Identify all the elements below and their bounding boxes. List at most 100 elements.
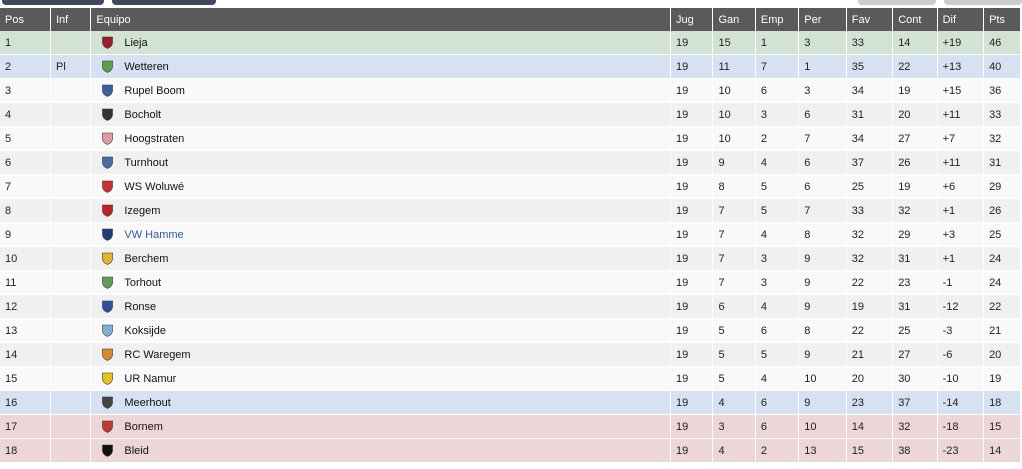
col-header-pos[interactable]: Pos [0, 8, 51, 31]
won-cell: 7 [712, 246, 756, 271]
col-header-drawn[interactable]: Emp [755, 8, 800, 31]
top-tab-2[interactable] [112, 0, 216, 5]
won-cell: 5 [712, 366, 756, 391]
crest-figure-blue-icon[interactable] [101, 156, 114, 169]
points-cell: 46 [983, 31, 1020, 55]
crest-k-black-icon[interactable] [101, 108, 114, 121]
goal-diff-cell: -6 [937, 342, 985, 367]
goals-for-cell: 34 [846, 78, 894, 103]
col-header-played[interactable]: Jug [670, 8, 714, 31]
col-header-goals-against[interactable]: Cont [892, 8, 938, 31]
points-cell: 31 [983, 150, 1020, 175]
team-name-link[interactable]: Meerhout [124, 397, 170, 409]
table-row: 5 Hoogstraten 19 10 2 7 34 27 +7 32 [0, 126, 1020, 151]
goals-for-cell: 33 [846, 31, 894, 55]
col-header-goal-diff[interactable]: Dif [937, 8, 985, 31]
table-row: 12 Ronse 19 6 4 9 19 31 -12 22 [0, 294, 1020, 319]
played-cell: 19 [670, 390, 714, 415]
crest-slash-red-icon[interactable] [101, 204, 114, 217]
team-cell-content: Bocholt [96, 103, 670, 126]
col-header-won[interactable]: Gan [712, 8, 756, 31]
crest-shield-red-icon[interactable] [101, 36, 114, 49]
crest-ball-dark-icon[interactable] [101, 396, 114, 409]
info-cell [50, 222, 92, 247]
points-cell: 32 [983, 126, 1020, 151]
team-name-link[interactable]: Bocholt [124, 109, 161, 121]
col-header-points[interactable]: Pts [983, 8, 1020, 31]
goal-diff-cell: -12 [937, 294, 985, 319]
goals-against-cell: 20 [892, 102, 938, 127]
lost-cell: 8 [798, 222, 847, 247]
team-name-link[interactable]: UR Namur [124, 373, 176, 385]
team-name-link[interactable]: Izegem [124, 205, 160, 217]
played-cell: 19 [670, 414, 714, 439]
col-header-team[interactable]: Equipo [90, 8, 672, 31]
lost-cell: 3 [798, 31, 847, 55]
position-cell: 3 [0, 78, 51, 103]
crest-shield-black-icon[interactable] [101, 444, 114, 457]
crest-sk-blue-icon[interactable] [101, 300, 114, 313]
played-cell: 19 [670, 438, 714, 463]
top-tab-1[interactable] [2, 0, 104, 5]
won-cell: 8 [712, 174, 756, 199]
top-tab-3[interactable] [858, 0, 936, 5]
table-row: 11 Torhout 19 7 3 9 22 23 -1 24 [0, 270, 1020, 295]
info-cell [50, 294, 92, 319]
won-cell: 10 [712, 102, 756, 127]
played-cell: 19 [670, 78, 714, 103]
crest-pink-icon[interactable] [101, 132, 114, 145]
goals-for-cell: 19 [846, 294, 894, 319]
crest-ball-green-icon[interactable] [101, 60, 114, 73]
top-tab-4[interactable] [944, 0, 1022, 5]
team-name-link[interactable]: Hoogstraten [124, 133, 184, 145]
team-name-link[interactable]: Torhout [124, 277, 161, 289]
lost-cell: 7 [798, 198, 847, 223]
info-cell [50, 414, 92, 439]
team-name-link[interactable]: WS Woluwé [124, 181, 184, 193]
team-cell-content: Rupel Boom [96, 79, 670, 102]
crest-shield-orange-icon[interactable] [101, 348, 114, 361]
drawn-cell: 2 [755, 438, 800, 463]
crest-star-red-icon[interactable] [101, 180, 114, 193]
lost-cell: 3 [798, 78, 847, 103]
team-name-link[interactable]: Berchem [124, 253, 168, 265]
goals-for-cell: 35 [846, 54, 894, 79]
team-name-link[interactable]: Bleid [124, 445, 148, 457]
crest-shield-lightblue-icon[interactable] [101, 324, 114, 337]
position-cell: 15 [0, 366, 51, 391]
team-name-link[interactable]: Lieja [124, 37, 147, 49]
crest-square-blue-icon[interactable] [101, 228, 114, 241]
team-name-link[interactable]: RC Waregem [124, 349, 190, 361]
won-cell: 15 [712, 31, 756, 55]
lost-cell: 6 [798, 150, 847, 175]
played-cell: 19 [670, 294, 714, 319]
crest-round-blue-icon[interactable] [101, 84, 114, 97]
goals-against-cell: 25 [892, 318, 938, 343]
crest-u-yellow-icon[interactable] [101, 372, 114, 385]
col-header-inf[interactable]: Inf [50, 8, 92, 31]
played-cell: 19 [670, 222, 714, 247]
table-row: 13 Koksijde 19 5 6 8 22 25 -3 21 [0, 318, 1020, 343]
team-name-link[interactable]: Wetteren [124, 61, 168, 73]
team-cell: UR Namur [90, 366, 672, 391]
team-name-link[interactable]: Ronse [124, 301, 156, 313]
col-header-lost[interactable]: Per [798, 8, 847, 31]
crest-yellow-black-icon[interactable] [101, 252, 114, 265]
crest-round-green-icon[interactable] [101, 276, 114, 289]
team-name-link[interactable]: Koksijde [124, 325, 166, 337]
lost-cell: 9 [798, 390, 847, 415]
drawn-cell: 2 [755, 126, 800, 151]
team-cell-content: Bleid [96, 439, 670, 462]
table-row: 2 Pl Wetteren 19 11 7 1 35 22 +13 40 [0, 54, 1020, 79]
goal-diff-cell: +1 [937, 246, 985, 271]
col-header-goals-for[interactable]: Fav [846, 8, 894, 31]
goal-diff-cell: -23 [937, 438, 985, 463]
goals-against-cell: 32 [892, 198, 938, 223]
team-name-link[interactable]: Rupel Boom [124, 85, 185, 97]
team-name-link[interactable]: Turnhout [124, 157, 168, 169]
team-name-link[interactable]: VW Hamme [124, 229, 183, 241]
team-name-link[interactable]: Bornem [124, 421, 163, 433]
crest-lion-red-icon[interactable] [101, 420, 114, 433]
top-tab-strip [0, 0, 1022, 6]
points-cell: 29 [983, 174, 1020, 199]
